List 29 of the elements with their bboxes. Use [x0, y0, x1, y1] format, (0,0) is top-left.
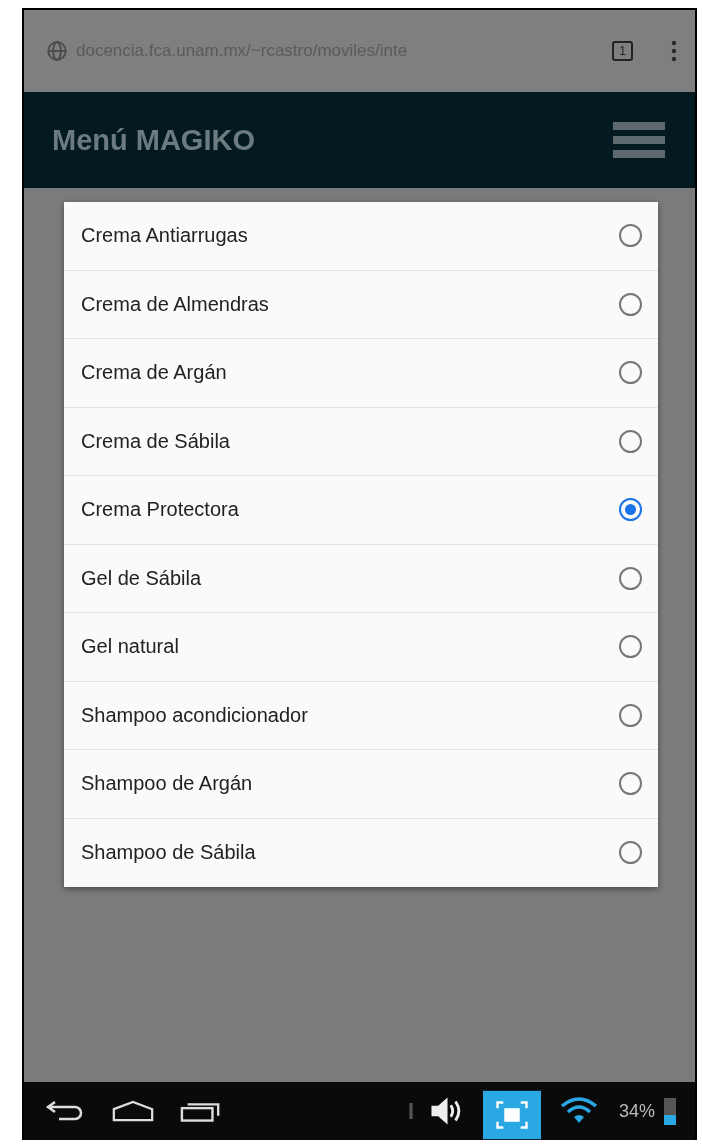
option-item[interactable]: Shampoo de Argán: [64, 750, 658, 819]
tab-count-button[interactable]: 1: [612, 41, 633, 61]
radio-button[interactable]: [619, 224, 642, 248]
radio-button[interactable]: [619, 635, 642, 659]
option-item[interactable]: Crema de Almendras: [64, 270, 658, 339]
option-item[interactable]: Crema de Argán: [64, 339, 658, 408]
option-item[interactable]: Crema Protectora: [64, 476, 658, 545]
home-icon[interactable]: [112, 1099, 154, 1123]
option-item[interactable]: Shampoo de Sábila: [64, 818, 658, 887]
radio-button[interactable]: [619, 772, 642, 796]
radio-button[interactable]: [619, 361, 642, 385]
option-item[interactable]: Gel de Sábila: [64, 544, 658, 613]
radio-button[interactable]: [619, 566, 642, 590]
radio-button[interactable]: [619, 703, 642, 727]
battery-icon: [663, 1096, 677, 1126]
radio-button[interactable]: [619, 841, 642, 865]
option-item[interactable]: Shampoo acondicionador: [64, 681, 658, 750]
globe-icon: [46, 40, 68, 62]
more-options-icon[interactable]: [671, 40, 677, 62]
app-title: Menú MAGIKO: [52, 123, 255, 157]
option-item[interactable]: Crema de Sábila: [64, 407, 658, 476]
option-item[interactable]: Gel natural: [64, 613, 658, 682]
radio-button[interactable]: [619, 498, 642, 522]
screenshot-icon[interactable]: [482, 1090, 541, 1140]
radio-button[interactable]: [619, 292, 642, 316]
radio-button[interactable]: [619, 429, 642, 453]
option-item[interactable]: Crema Antiarrugas: [64, 202, 658, 271]
battery-percent: 34%: [618, 1100, 655, 1122]
menu-icon[interactable]: [613, 122, 665, 158]
